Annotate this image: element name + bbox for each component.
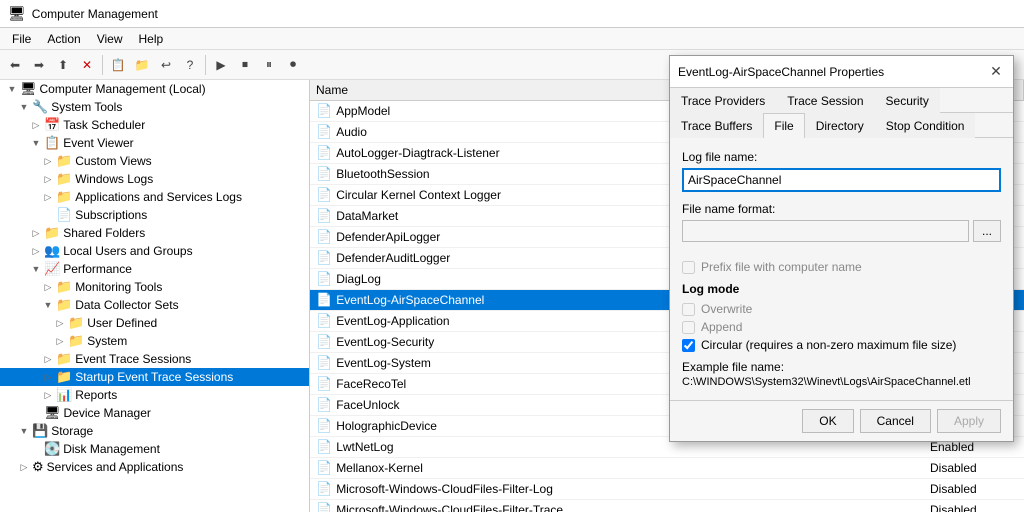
dialog-buttons: OK Cancel Apply <box>670 400 1013 441</box>
log-file-name-label: Log file name: <box>682 150 1001 164</box>
prefix-checkbox-label: Prefix file with computer name <box>701 260 862 274</box>
browse-button[interactable]: ... <box>973 220 1001 242</box>
prefix-checkbox[interactable] <box>682 261 695 274</box>
cancel-button[interactable]: Cancel <box>860 409 931 433</box>
tab-directory[interactable]: Directory <box>805 113 875 138</box>
tab-trace-providers[interactable]: Trace Providers <box>670 88 776 113</box>
file-name-format-input[interactable] <box>682 220 969 242</box>
close-button[interactable]: ✕ <box>987 63 1005 81</box>
tab-stop-condition[interactable]: Stop Condition <box>875 113 976 138</box>
dialog-overlay: EventLog-AirSpaceChannel Properties ✕ Tr… <box>0 0 1024 512</box>
tab-file[interactable]: File <box>763 113 804 138</box>
example-label: Example file name: <box>682 360 1001 374</box>
prefix-checkbox-row: Prefix file with computer name <box>682 260 1001 274</box>
dialog-title: EventLog-AirSpaceChannel Properties <box>678 65 884 79</box>
overwrite-label: Overwrite <box>701 302 752 316</box>
circular-row: Circular (requires a non-zero maximum fi… <box>682 338 1001 352</box>
dialog-content: Log file name: File name format: ... Pre… <box>670 138 1013 400</box>
example-path: C:\WINDOWS\System32\Winevt\Logs\AirSpace… <box>682 376 1001 388</box>
dialog-tabs: Trace Providers Trace Session Security <box>670 88 1013 113</box>
circular-checkbox[interactable] <box>682 339 695 352</box>
log-mode-label: Log mode <box>682 282 1001 296</box>
properties-dialog: EventLog-AirSpaceChannel Properties ✕ Tr… <box>669 55 1014 442</box>
tab-security[interactable]: Security <box>875 88 940 113</box>
overwrite-row: Overwrite <box>682 302 1001 316</box>
apply-button[interactable]: Apply <box>937 409 1001 433</box>
tab-trace-session[interactable]: Trace Session <box>776 88 874 113</box>
tab-trace-buffers[interactable]: Trace Buffers <box>670 113 763 138</box>
log-file-name-input[interactable] <box>682 168 1001 192</box>
dialog-title-bar: EventLog-AirSpaceChannel Properties ✕ <box>670 56 1013 88</box>
append-row: Append <box>682 320 1001 334</box>
file-name-format-row: ... <box>682 220 1001 242</box>
overwrite-checkbox[interactable] <box>682 303 695 316</box>
append-checkbox[interactable] <box>682 321 695 334</box>
dialog-tabs-row2: Trace Buffers File Directory Stop Condit… <box>670 113 1013 138</box>
ok-button[interactable]: OK <box>802 409 853 433</box>
circular-label: Circular (requires a non-zero maximum fi… <box>701 338 956 352</box>
append-label: Append <box>701 320 742 334</box>
file-name-format-label: File name format: <box>682 202 1001 216</box>
